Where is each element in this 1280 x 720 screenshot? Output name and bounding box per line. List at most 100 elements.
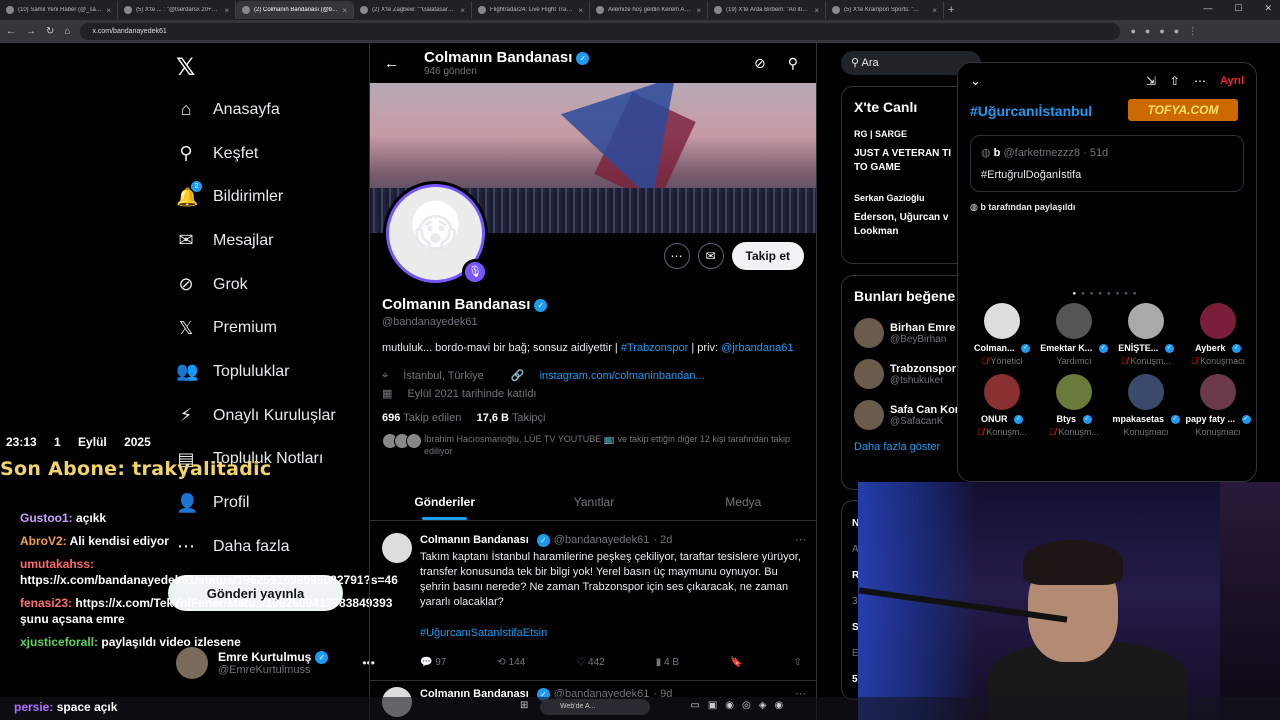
tab-medya[interactable]: Medya <box>669 483 816 520</box>
following-link[interactable]: 696 Takip edilen <box>382 412 461 424</box>
close-tab-icon[interactable]: × <box>932 6 937 15</box>
tweet-more-icon[interactable]: ⋯ <box>795 533 806 548</box>
minimize-icon[interactable]: — <box>1203 3 1212 14</box>
followed-by[interactable]: İbrahim Hacıosmanoğlu, LÜE TV YOUTUBE 📺 … <box>382 433 812 457</box>
leave-button[interactable]: Ayrıl <box>1220 75 1244 87</box>
follow-suggestion[interactable]: Trabzonspor @tshukuker <box>854 359 968 389</box>
sidebar-item-grok[interactable]: ⊘ Grok <box>176 263 336 307</box>
home-icon: ⌂ <box>180 99 192 120</box>
wtf-title: Bunları beğene <box>854 288 956 304</box>
sidebar-item-mesajlar[interactable]: ✉ Mesajlar <box>176 219 336 263</box>
windows-start-icon[interactable]: ⊞ <box>520 700 528 711</box>
close-tab-icon[interactable]: × <box>696 6 701 15</box>
close-tab-icon[interactable]: × <box>814 6 819 15</box>
space-participant[interactable]: ONUR ✓ 🎙̸ Konuşm... <box>966 374 1038 437</box>
sidebar-item-onaylı-kuruluşlar[interactable]: ⚡ Onaylı Kuruluşlar <box>176 394 336 438</box>
tweet-avatar[interactable] <box>382 533 412 563</box>
extension-icon[interactable]: ● <box>1159 26 1164 37</box>
space-participant[interactable]: papy faty ... ✓ Konuşmacı <box>1182 374 1254 437</box>
browser-tab[interactable]: Flightradar24: Live Flight Track... × <box>472 1 590 19</box>
tweet-time[interactable]: · 2d <box>653 533 672 548</box>
reload-icon[interactable]: ↻ <box>46 26 54 37</box>
sidebar-item-premium[interactable]: 𝕏 Premium <box>176 306 336 350</box>
grok-icon[interactable]: ⊘ <box>754 55 766 72</box>
collapse-icon[interactable]: ⌄ <box>970 73 981 89</box>
discord-icon[interactable]: ◎ <box>742 700 751 711</box>
space-participant[interactable]: Ayberk ✓ 🎙̸ Konuşmacı <box>1182 303 1254 366</box>
close-tab-icon[interactable]: × <box>224 6 229 15</box>
extension-icon[interactable]: ● <box>1145 26 1150 37</box>
spotify-icon[interactable]: ◉ <box>774 700 783 711</box>
space-live-icon[interactable]: 🎙 <box>462 259 488 285</box>
follow-button[interactable]: Takip et <box>731 242 804 270</box>
message-button[interactable]: ✉ <box>697 243 724 269</box>
more-options-button[interactable]: ⋯ <box>663 243 690 269</box>
mention-link[interactable]: @jrbandana61 <box>721 342 793 354</box>
taskbar-app-icon[interactable]: ◈ <box>759 700 767 711</box>
follow-suggestion[interactable]: Safa Can Kor @SafacanK <box>854 400 968 430</box>
search-icon[interactable]: ⚲ <box>788 55 798 72</box>
views-button[interactable]: ▮ 4 B <box>656 655 679 670</box>
retweet-button[interactable]: ⟲ 144 <box>497 655 525 670</box>
pinned-post[interactable]: ◍ b @farketmezzz8 · 51d #ErtuğrulDoğanİs… <box>970 135 1244 192</box>
sidebar-item-bildirimler[interactable]: 🔔 2 Bildirimler <box>176 175 336 219</box>
header-profile-name: Colmanın Bandanası <box>424 49 573 66</box>
space-participant[interactable]: ENİŞTE... ✓ 🎙̸ Konuşm... <box>1110 303 1182 366</box>
tweet-author[interactable]: Colmanın Bandanası <box>420 533 529 548</box>
share-icon[interactable]: ⇧ <box>1170 74 1180 88</box>
browser-tab[interactable]: (2) X'te Zagbew: ""Galatasaray... × <box>354 1 472 19</box>
minimize-space-icon[interactable]: ⇲ <box>1146 74 1156 88</box>
close-window-icon[interactable]: ✕ <box>1264 3 1272 14</box>
hashtag-link[interactable]: #Trabzonspor <box>621 342 688 354</box>
browser-tab[interactable]: (5) X'te Krampon Sports: "... × <box>826 1 944 19</box>
like-button[interactable]: ♡ 442 <box>576 655 604 670</box>
space-participant[interactable]: Emektar K... ✓ Yardımcı <box>1038 303 1110 366</box>
maximize-icon[interactable]: ☐ <box>1234 3 1242 14</box>
tweet-handle[interactable]: @bandanayedek61 <box>554 533 650 548</box>
x-logo-icon[interactable]: 𝕏 <box>176 53 195 82</box>
website-link[interactable]: instagram.com/colmaninbandan... <box>540 370 705 382</box>
taskbar-search[interactable]: Web'de A... <box>540 699 650 715</box>
taskbar-app-icon[interactable]: ▣ <box>708 700 717 711</box>
close-tab-icon[interactable]: × <box>460 6 465 15</box>
tweet-hashtag[interactable]: #UğurcanıSatanİstifaEtsin <box>420 626 806 641</box>
close-tab-icon[interactable]: × <box>578 6 583 15</box>
sidebar-item-keşfet[interactable]: ⚲ Keşfet <box>176 132 336 176</box>
share-icon[interactable]: ⇧ <box>794 655 802 670</box>
url-field[interactable]: x.com/bandanayedek61 <box>80 23 1121 40</box>
follow-suggestion[interactable]: Birhan Emre @BeyBirhan <box>854 318 968 348</box>
browser-tab[interactable]: (10) Samil Yeni Haber (@_samiy... × <box>0 1 118 19</box>
extension-icon[interactable]: ● <box>1130 26 1135 37</box>
profile-icon[interactable]: ● <box>1174 26 1179 37</box>
space-participant[interactable]: mpakasetas ✓ Konuşmacı <box>1110 374 1182 437</box>
tweet[interactable]: Colmanın Bandanası ✓ @bandanayedek61 · 2d… <box>370 523 816 681</box>
home-browser-icon[interactable]: ⌂ <box>64 26 70 37</box>
chrome-icon[interactable]: ◉ <box>725 700 734 711</box>
browser-tab[interactable]: Ailemize hoş geldin Kerem Akt... × <box>590 1 708 19</box>
more-icon[interactable]: ⋯ <box>1194 74 1206 88</box>
bookmark-icon[interactable]: 🔖 <box>730 655 742 670</box>
new-tab-icon[interactable]: + <box>948 4 954 16</box>
close-tab-icon[interactable]: × <box>342 6 347 15</box>
close-tab-icon[interactable]: × <box>106 6 111 15</box>
browser-tab[interactable]: (5) X'te ... : "@tserdarsx 20+5 ... × <box>118 1 236 19</box>
reply-button[interactable]: 💬 97 <box>420 655 446 670</box>
menu-icon[interactable]: ⋮ <box>1188 26 1197 37</box>
browser-tab[interactable]: (19) X'te Arda Birbem: "An itiba... × <box>708 1 826 19</box>
sidebar-item-anasayfa[interactable]: ⌂ Anasayfa <box>176 88 336 132</box>
last-subscriber: Son Abone: trakyalitadic <box>0 458 272 480</box>
taskbar-app-icon[interactable]: ▭ <box>690 700 699 711</box>
space-participant[interactable]: Btys ✓ 🎙̸ Konuşm... <box>1038 374 1110 437</box>
back-arrow-icon[interactable]: ← <box>384 55 424 72</box>
followers-link[interactable]: 17,6 B Takipçi <box>477 412 546 424</box>
tab-yanıtlar[interactable]: Yanıtlar <box>519 483 668 520</box>
show-more-link[interactable]: Daha fazla göster <box>854 441 968 453</box>
live-item[interactable]: Serkan Gazioğlu Ederson, Uğurcan v Lookma… <box>854 193 968 239</box>
tab-gönderiler[interactable]: Gönderiler <box>370 483 519 520</box>
space-participant[interactable]: Colman... ✓ 🎙̸ Yönetici <box>966 303 1038 366</box>
sidebar-item-topluluklar[interactable]: 👥 Topluluklar <box>176 350 336 394</box>
browser-tab[interactable]: (2) Colmanın Bandanası (@b... × <box>236 1 354 19</box>
forward-nav-icon[interactable]: → <box>26 26 36 37</box>
back-nav-icon[interactable]: ← <box>6 26 16 37</box>
live-item[interactable]: RG | SARGE JUST A VETERAN TI TO GAME <box>854 129 968 175</box>
